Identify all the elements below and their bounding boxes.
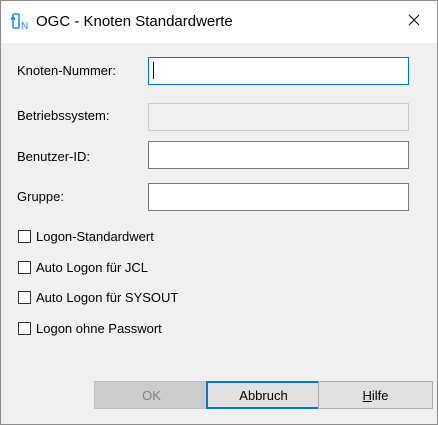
checkbox-label: Logon ohne Passwort xyxy=(36,320,162,336)
hilfe-label: ilfe xyxy=(371,387,389,403)
ok-button[interactable]: OK xyxy=(94,381,209,409)
auto-logon-sysout-checkbox[interactable]: Auto Logon für SYSOUT xyxy=(18,289,178,305)
gruppe-label: Gruppe: xyxy=(17,189,64,204)
ogc-app-icon: N xyxy=(10,12,32,32)
hilfe-mnemonic: H xyxy=(362,387,372,403)
knoten-nummer-label: Knoten-Nummer: xyxy=(17,63,116,78)
logon-ohne-passwort-checkbox[interactable]: Logon ohne Passwort xyxy=(18,320,162,336)
benutzer-id-field[interactable] xyxy=(148,141,409,169)
benutzer-id-label: Benutzer-ID: xyxy=(17,149,90,164)
abbruch-button[interactable]: Abbruch xyxy=(206,381,321,409)
close-button[interactable] xyxy=(391,1,437,43)
betriebssystem-label: Betriebssystem: xyxy=(17,108,110,123)
betriebssystem-field xyxy=(148,103,409,131)
checkbox-box[interactable] xyxy=(18,290,31,304)
checkbox-box[interactable] xyxy=(18,260,31,274)
auto-logon-jcl-checkbox[interactable]: Auto Logon für JCL xyxy=(18,259,148,275)
hilfe-button[interactable]: Hilfe xyxy=(318,381,433,409)
close-icon xyxy=(408,13,420,31)
checkbox-box[interactable] xyxy=(18,229,31,243)
checkbox-label: Logon-Standardwert xyxy=(36,228,154,244)
logon-standardwert-checkbox[interactable]: Logon-Standardwert xyxy=(18,228,154,244)
window-title: OGC - Knoten Standardwerte xyxy=(36,13,233,30)
checkbox-label: Auto Logon für SYSOUT xyxy=(36,289,179,305)
dialog-window: N OGC - Knoten Standardwerte Knoten-Numm… xyxy=(0,0,438,425)
knoten-nummer-field[interactable] xyxy=(148,57,409,85)
checkbox-box[interactable] xyxy=(18,321,31,335)
title-bar[interactable]: N OGC - Knoten Standardwerte xyxy=(1,1,437,43)
checkbox-label: Auto Logon für JCL xyxy=(36,259,149,275)
gruppe-field[interactable] xyxy=(148,183,409,211)
text-caret xyxy=(153,62,154,79)
svg-text:N: N xyxy=(21,21,28,32)
